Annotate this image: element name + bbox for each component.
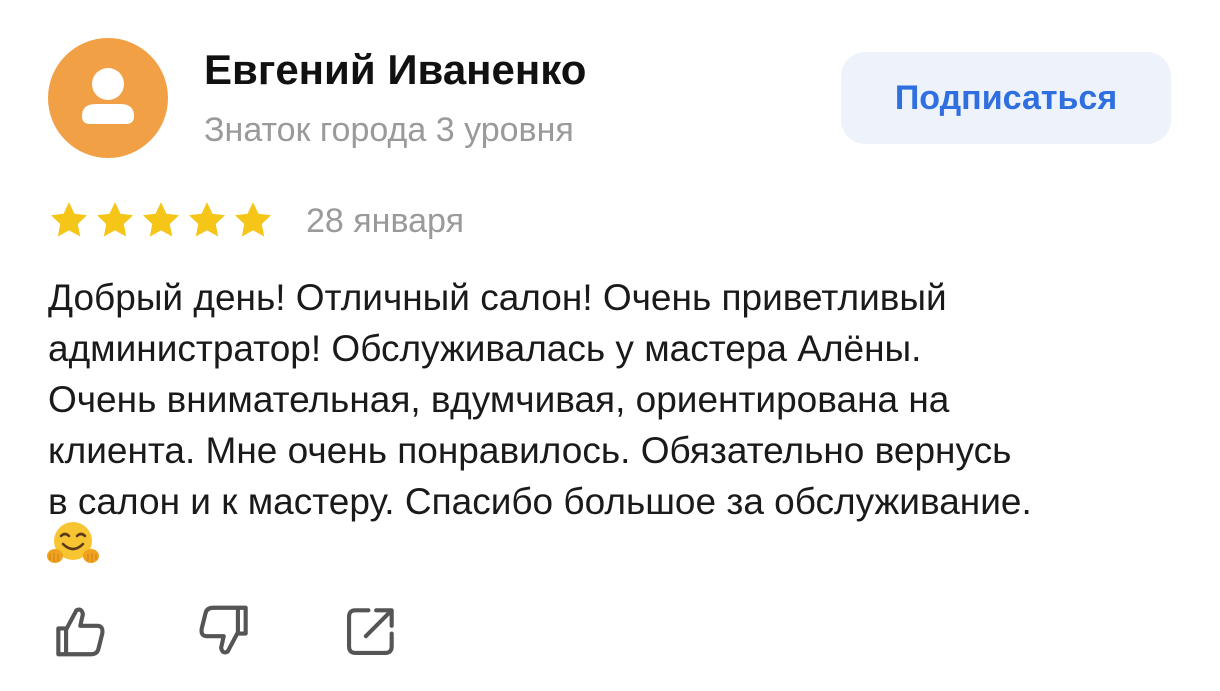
review-text-line: клиента. Мне очень понравилось. Обязател…: [48, 430, 1012, 471]
review-text-line: в салон и к мастеру. Спасибо большое за …: [48, 481, 1032, 522]
subscribe-button[interactable]: Подписаться: [841, 52, 1171, 144]
share-icon: [346, 608, 394, 656]
star-rating: [48, 198, 278, 242]
avatar[interactable]: [48, 38, 168, 158]
star-icon: [188, 202, 226, 237]
review-date: 28 января: [306, 202, 464, 240]
review-text-line: Очень внимательная, вдумчивая, ориентиро…: [48, 379, 950, 420]
review-text-line: администратор! Обслуживалась у мастера А…: [48, 328, 922, 369]
star-icon: [142, 202, 180, 237]
review-text-line: Добрый день! Отличный салон! Очень приве…: [48, 277, 947, 318]
review-text: Добрый день! Отличный салон! Очень приве…: [48, 272, 1178, 527]
author-level: Знаток города 3 уровня: [204, 111, 574, 149]
author-name[interactable]: Евгений Иваненко: [204, 44, 586, 96]
dislike-button[interactable]: [194, 600, 264, 670]
like-button[interactable]: [48, 600, 118, 670]
share-button[interactable]: [340, 600, 410, 670]
star-icon: [96, 202, 134, 237]
hugging-face-emoji: [47, 522, 99, 563]
thumbs-down-icon: [199, 605, 248, 655]
user-silhouette-icon: [82, 68, 134, 124]
star-icon: [50, 202, 88, 237]
star-icon: [234, 202, 272, 237]
thumbs-up-icon: [56, 607, 105, 657]
